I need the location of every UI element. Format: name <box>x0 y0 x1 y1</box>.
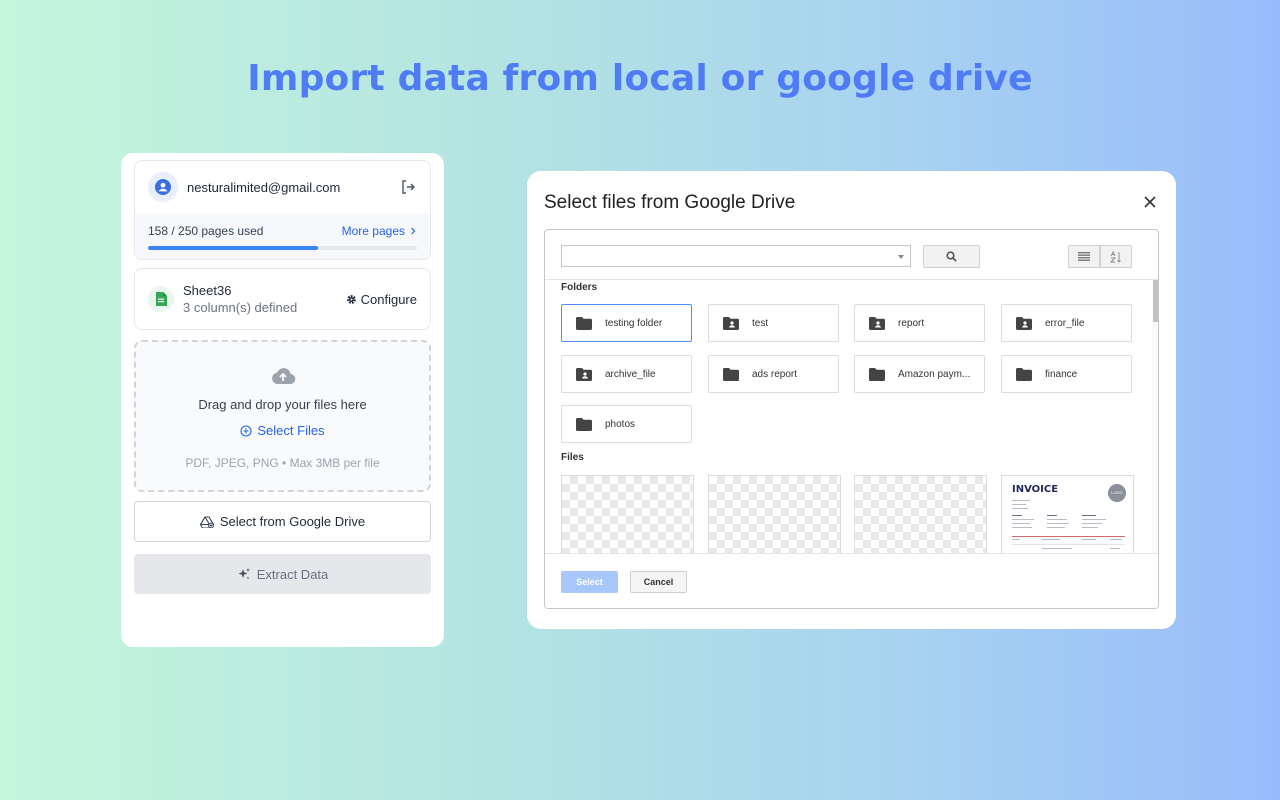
picker-scrollbar[interactable] <box>1152 280 1158 553</box>
folder-icon <box>723 367 739 381</box>
files-label: Files <box>561 452 584 463</box>
sort-az-icon <box>1110 250 1121 263</box>
file-thumbnail[interactable] <box>854 475 987 553</box>
extension-panel: nesturalimited@gmail.com 158 / 250 pages… <box>121 153 444 647</box>
shared-folder-icon <box>576 367 592 381</box>
dialog-title: Select files from Google Drive <box>544 192 796 213</box>
dropzone-hint: PDF, JPEG, PNG • Max 3MB per file <box>185 455 380 470</box>
google-drive-icon <box>199 515 214 528</box>
plus-circle-icon <box>240 424 252 437</box>
sort-button[interactable] <box>1100 245 1132 268</box>
cloud-upload-icon <box>271 368 295 385</box>
folder-item[interactable]: archive_file <box>561 355 692 393</box>
folder-name: testing folder <box>605 317 663 329</box>
more-pages-link[interactable]: More pages <box>342 224 417 238</box>
invoice-file-thumbnail[interactable]: INVOICE LOGO <box>1001 475 1134 553</box>
sheet-card: Sheet36 3 column(s) defined Configure <box>134 268 431 330</box>
folder-icon <box>869 367 885 381</box>
folder-name: error_file <box>1045 317 1085 329</box>
account-row: nesturalimited@gmail.com <box>135 161 430 213</box>
list-view-button[interactable] <box>1068 245 1100 268</box>
drive-search-input[interactable] <box>561 245 911 267</box>
sparkles-icon <box>238 568 250 580</box>
page-headline: Import data from local or google drive <box>247 58 1033 99</box>
extract-data-label: Extract Data <box>256 566 329 582</box>
google-drive-label: Select from Google Drive <box>219 514 366 529</box>
avatar <box>148 172 178 202</box>
extract-data-button[interactable]: Extract Data <box>134 554 431 594</box>
picker-toolbar <box>545 230 1158 280</box>
select-from-google-drive-button[interactable]: Select from Google Drive <box>134 501 431 542</box>
folder-item[interactable]: report <box>854 304 985 342</box>
usage-section: 158 / 250 pages used More pages <box>135 213 430 259</box>
drive-search-button[interactable] <box>923 245 980 268</box>
usage-progress-fill <box>148 246 318 250</box>
folder-icon <box>1016 367 1032 381</box>
picker-footer: Select Cancel <box>545 553 1158 608</box>
sheet-icon-wrap <box>148 286 174 312</box>
account-email: nesturalimited@gmail.com <box>187 179 341 195</box>
dropzone-title: Drag and drop your files here <box>198 397 367 412</box>
sheet-columns: 3 column(s) defined <box>183 300 298 315</box>
picker-content: Folders testing folder test report error_fi… <box>545 280 1158 553</box>
shared-folder-icon <box>869 316 885 330</box>
select-button[interactable]: Select <box>561 571 618 593</box>
folder-icon <box>576 417 592 431</box>
file-thumbnail[interactable] <box>561 475 694 553</box>
invoice-logo: LOGO <box>1108 484 1126 502</box>
folder-name: report <box>898 317 925 329</box>
folder-name: ads report <box>752 368 798 380</box>
dropdown-caret-icon[interactable] <box>898 255 904 259</box>
folder-icon <box>576 316 592 330</box>
more-pages-label: More pages <box>341 224 405 238</box>
folder-item[interactable]: error_file <box>1001 304 1132 342</box>
usage-progress-bar <box>148 246 417 250</box>
folder-item[interactable]: test <box>708 304 839 342</box>
folder-item[interactable]: ads report <box>708 355 839 393</box>
configure-label: Configure <box>360 291 417 307</box>
google-drive-dialog: Select files from Google Drive Folders t… <box>527 171 1176 629</box>
folder-name: photos <box>605 418 636 430</box>
folder-item[interactable]: photos <box>561 405 692 443</box>
logout-icon[interactable] <box>399 178 417 196</box>
shared-folder-icon <box>723 316 739 330</box>
sheet-name: Sheet36 <box>183 283 232 298</box>
google-sheets-icon <box>156 292 167 306</box>
file-thumbnail[interactable] <box>708 475 841 553</box>
chevron-right-icon <box>411 227 416 235</box>
close-icon[interactable] <box>1142 194 1158 210</box>
gear-icon <box>346 294 356 304</box>
folder-item[interactable]: testing folder <box>561 304 692 342</box>
search-icon <box>946 251 957 262</box>
user-icon <box>155 179 171 195</box>
folder-name: Amazon paym... <box>898 368 971 380</box>
scrollbar-thumb[interactable] <box>1153 280 1158 322</box>
folder-name: archive_file <box>605 368 656 380</box>
file-dropzone[interactable]: Drag and drop your files here Select Fil… <box>134 340 431 492</box>
folders-label: Folders <box>561 282 598 293</box>
select-files-button[interactable]: Select Files <box>240 423 325 438</box>
list-view-icon <box>1078 252 1090 261</box>
usage-text: 158 / 250 pages used <box>148 224 264 238</box>
select-files-label: Select Files <box>257 423 325 438</box>
shared-folder-icon <box>1016 316 1032 330</box>
cancel-button[interactable]: Cancel <box>630 571 687 593</box>
account-card: nesturalimited@gmail.com 158 / 250 pages… <box>134 160 431 260</box>
configure-button[interactable]: Configure <box>346 292 417 307</box>
folder-name: test <box>752 317 769 329</box>
folder-item[interactable]: finance <box>1001 355 1132 393</box>
invoice-title: INVOICE <box>1012 484 1059 495</box>
drive-picker: Folders testing folder test report error_fi… <box>544 229 1159 609</box>
folder-name: finance <box>1045 368 1078 380</box>
folder-item[interactable]: Amazon paym... <box>854 355 985 393</box>
